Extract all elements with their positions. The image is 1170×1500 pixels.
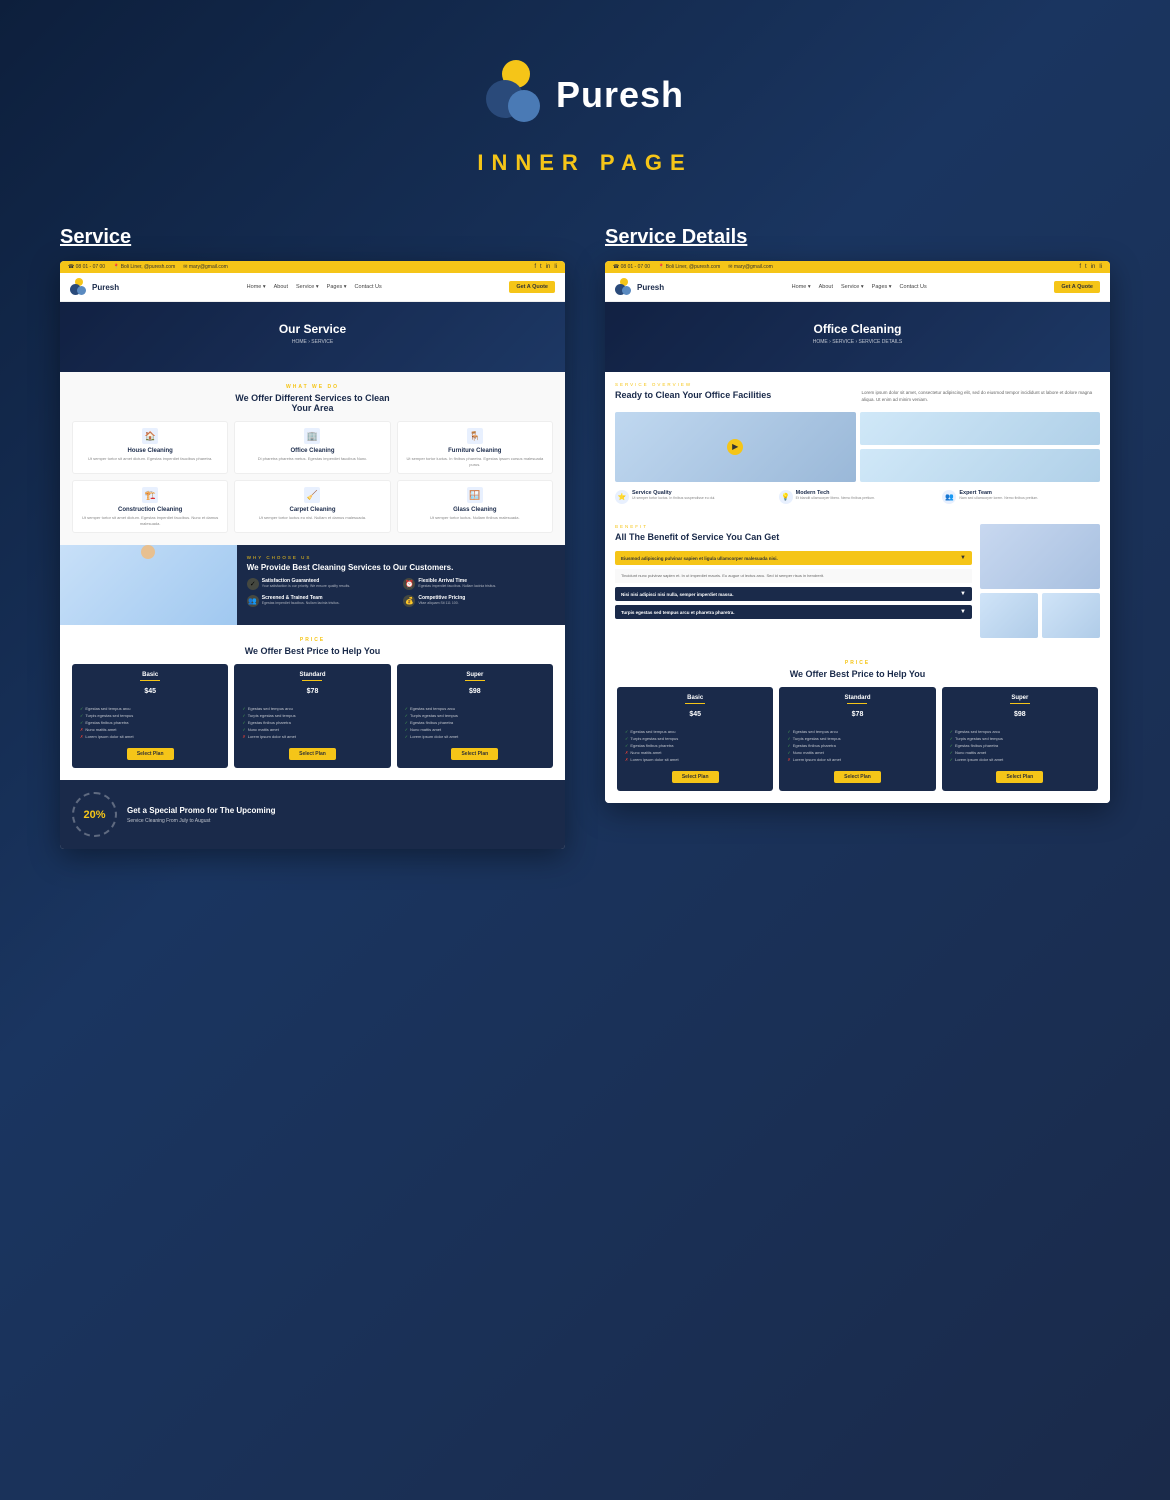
service-card-carpet: 🧹 Carpet Cleaning Ut semper tortor luctu… xyxy=(234,480,390,533)
accordion-item-1[interactable]: Eiusmod adipiscing pulvinar sapien et li… xyxy=(615,551,972,565)
header: Puresh INNER PAGE xyxy=(60,30,1110,196)
logo-text: Puresh xyxy=(556,74,684,116)
mockup-topbar: ☎ 08 01 - 07 00 📍 Boli Liner, @puresh.co… xyxy=(60,261,565,273)
service-hero: Our Service HOME › SERVICE xyxy=(60,302,565,372)
details-price-standard: Standard $78 ✓ Egestas sed tempus arcu ✓… xyxy=(779,687,935,791)
service-column: Service ☎ 08 01 - 07 00 📍 Boli Liner, @p… xyxy=(60,226,565,849)
play-button[interactable]: ▶ xyxy=(727,439,743,455)
service-mockup: ☎ 08 01 - 07 00 📍 Boli Liner, @puresh.co… xyxy=(60,261,565,849)
logo-icon xyxy=(486,60,546,130)
select-plan-basic[interactable]: Select Plan xyxy=(127,748,174,760)
benefits-section: BENEFIT All The Benefit of Service You C… xyxy=(605,514,1110,648)
pages-grid: Service ☎ 08 01 - 07 00 📍 Boli Liner, @p… xyxy=(60,226,1110,849)
service-details-title: Service Details xyxy=(605,226,1110,249)
price-card-super: Super $98 ✓ Egestas sed tempus arcu ✓ Tu… xyxy=(397,664,553,768)
details-nav-cta[interactable]: Get A Quote xyxy=(1054,281,1100,293)
service-grid: 🏠 House Cleaning Ut semper tortor sit am… xyxy=(72,421,553,533)
quality-row: ⭐ Service Quality Ut semper tortor luctu… xyxy=(615,490,1100,504)
details-hero: Office Cleaning HOME › SERVICE › SERVICE… xyxy=(605,302,1110,372)
service-card-office: 🏢 Office Cleaning Di pharetra pharetra m… xyxy=(234,421,390,474)
details-price-super: Super $98 ✓ Egestas sed tempus arcu ✓ Tu… xyxy=(942,687,1098,791)
office-gallery: ▶ xyxy=(615,412,1100,482)
details-select-super[interactable]: Select Plan xyxy=(996,771,1043,783)
pricing-section: PRICE We Offer Best Price to Help You Ba… xyxy=(60,625,565,780)
why-choose-section: WHY CHOOSE US We Provide Best Cleaning S… xyxy=(60,545,565,625)
accordion-item-2[interactable]: Nisi nisi adipisci nisi nulla, semper im… xyxy=(615,587,972,601)
details-price-basic: Basic $45 ✓ Egestas sed tempus arcu ✓ Tu… xyxy=(617,687,773,791)
details-select-standard[interactable]: Select Plan xyxy=(834,771,881,783)
service-title: Service xyxy=(60,226,565,249)
services-section: WHAT WE DO We Offer Different Services t… xyxy=(60,372,565,545)
inner-page-label: INNER PAGE xyxy=(477,150,692,176)
service-card-furniture: 🪑 Furniture Cleaning Ut semper tortor lu… xyxy=(397,421,553,474)
benefits-accordion: Eiusmod adipiscing pulvinar sapien et li… xyxy=(615,551,972,619)
service-card-construction: 🏗️ Construction Cleaning Ut semper torto… xyxy=(72,480,228,533)
nav-cta[interactable]: Get A Quote xyxy=(509,281,555,293)
service-details-column: Service Details ☎ 08 01 - 07 00 📍 Boli L… xyxy=(605,226,1110,849)
service-overview: SERVICE OVERVIEW Ready to Clean Your Off… xyxy=(605,372,1110,514)
accordion-item-3[interactable]: Turpis egestas sed tempus arcu et pharet… xyxy=(615,605,972,619)
details-pricing: PRICE We Offer Best Price to Help You Ba… xyxy=(605,648,1110,803)
logo: Puresh xyxy=(486,60,684,130)
price-card-standard: Standard $78 ✓ Egestas sed tempus arcu ✓… xyxy=(234,664,390,768)
select-plan-standard[interactable]: Select Plan xyxy=(289,748,336,760)
promo-banner: 20% Get a Special Promo for The Upcoming… xyxy=(60,780,565,849)
select-plan-super[interactable]: Select Plan xyxy=(451,748,498,760)
mockup-nav: Puresh Home ▾ About Service ▾ Pages ▾ Co… xyxy=(60,273,565,302)
service-card-glass: 🪟 Glass Cleaning Ut semper tortor luctus… xyxy=(397,480,553,533)
service-details-mockup: ☎ 08 01 - 07 00 📍 Boli Liner, @puresh.co… xyxy=(605,261,1110,803)
details-select-basic[interactable]: Select Plan xyxy=(672,771,719,783)
price-card-basic: Basic $45 ✓ Egestas sed tempus arcu ✓ Tu… xyxy=(72,664,228,768)
service-card-house: 🏠 House Cleaning Ut semper tortor sit am… xyxy=(72,421,228,474)
